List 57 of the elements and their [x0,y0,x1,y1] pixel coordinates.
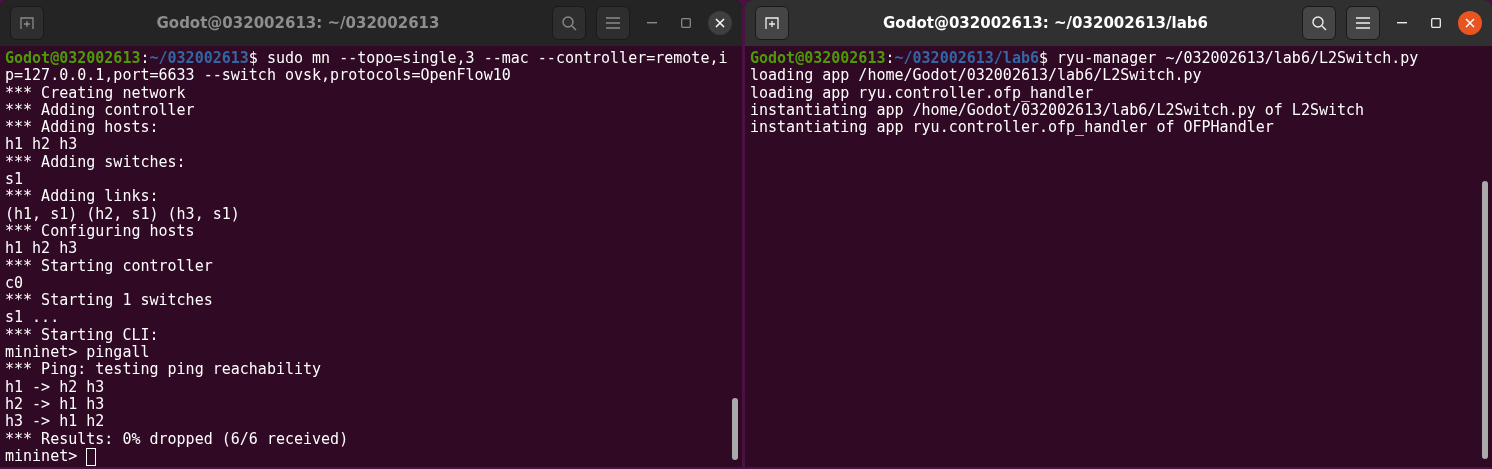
output-line: *** Adding hosts: [5,119,159,137]
menu-icon [606,17,620,29]
text-cursor [86,447,97,466]
search-button[interactable] [1302,6,1336,40]
close-icon [1465,18,1475,28]
window-title: Godot@032002613: ~/032002613/lab6 [882,14,1209,32]
output-line: s1 [5,171,24,189]
prompt-separator: : [885,50,895,68]
command-text: $ ryu-manager ~/032002613/lab6/L2Switch.py [1039,50,1419,68]
close-button[interactable] [708,11,732,35]
output-line: h1 h2 h3 [5,240,78,258]
output-line: loading app /home/Godot/032002613/lab6/L2Switch.py [750,67,1202,85]
search-icon [1311,15,1327,31]
output-line: instantiating app ryu.controller.ofp_handler of OFPHandler [750,119,1274,137]
prompt-path: ~/032002613/lab6 [894,50,1039,68]
prompt-separator: : [140,50,150,68]
output-line: h1 h2 h3 [5,136,78,154]
search-icon [561,15,577,31]
output-line: *** Starting controller [5,257,213,275]
menu-icon [1356,17,1370,29]
output-line: *** Adding links: [5,188,159,206]
new-tab-icon [19,15,35,31]
minimize-icon [1397,22,1407,24]
output-line: h2 -> h1 h3 [5,395,105,414]
output-line: *** Results: 0% dropped (6/6 received) [5,430,349,448]
output-line: *** Adding controller [5,101,195,120]
new-tab-button[interactable] [755,6,789,40]
maximize-icon [681,18,691,28]
prompt-path: ~/032002613 [149,50,249,68]
output-line: loading app ryu.controller.ofp_handler [750,84,1094,102]
output-line: instantiating app /home/Godot/032002613/lab6/L2Switch.py of L2Switch [750,101,1365,120]
scrollbar[interactable] [1482,181,1488,459]
output-line: *** Adding switches: [5,153,186,172]
output-line: h3 -> h1 h2 [5,413,105,431]
output-line: *** Starting 1 switches [5,292,213,310]
maximize-icon [1431,18,1441,28]
window-title: Godot@032002613: ~/032002613 [155,14,441,32]
output-line: *** Creating network [5,84,186,102]
shell-prompt: mininet> [5,447,78,466]
output-line: *** Starting CLI: [5,326,159,345]
minimize-icon [647,22,657,24]
menu-button[interactable] [1346,6,1380,40]
output-line: p=127.0.0.1,port=6633 --switch ovsk,protocols=OpenFlow10 [5,67,511,85]
output-line: c0 [5,274,24,293]
output-line: s1 ... [5,309,60,327]
close-button[interactable] [1458,11,1482,35]
output-line: (h1, s1) (h2, s1) (h3, s1) [5,205,240,223]
new-tab-icon [764,15,780,31]
prompt-user: Godot@032002613 [5,50,141,68]
output-line: h1 -> h2 h3 [5,378,105,396]
prompt-user: Godot@032002613 [750,50,886,68]
command-text: $ sudo mn --topo=single,3 --mac --controller=remote,i [248,50,728,68]
scrollbar[interactable] [732,398,738,460]
output-line: mininet> pingall [5,344,150,362]
output-line: *** Configuring hosts [5,222,195,241]
output-line: *** Ping: testing ping reachability [5,361,322,379]
close-icon [715,18,725,28]
